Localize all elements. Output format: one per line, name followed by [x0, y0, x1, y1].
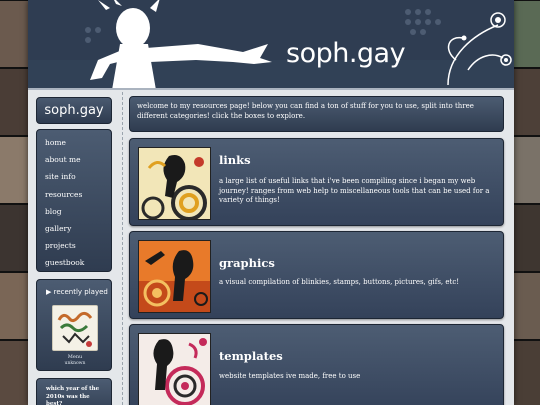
card-title-graphics: graphics: [219, 256, 275, 270]
nav-item-site-info[interactable]: site info: [45, 168, 111, 185]
sidebar-logo[interactable]: soph.gay: [36, 97, 112, 124]
album-cover[interactable]: [52, 305, 98, 351]
intro-text: welcome to my resources page! below you …: [129, 96, 504, 132]
card-title-links: links: [219, 153, 251, 167]
nav-item-blog[interactable]: blog: [45, 203, 111, 220]
column-divider: [122, 92, 123, 405]
poll-question: which year of the 2010s was the best?: [46, 386, 100, 405]
templates-thumbnail: [138, 333, 211, 405]
nav-item-about-me[interactable]: about me: [45, 151, 111, 168]
nav-item-resources[interactable]: resources: [45, 186, 111, 203]
header-art: [28, 0, 514, 88]
card-desc-graphics: a visual compilation of blinkies, stamps…: [219, 278, 460, 286]
recent-artist: Menu: [67, 354, 83, 360]
header-banner: soph.gay: [28, 0, 514, 90]
recently-played-widget: ▶ recently played Menu unknown: [36, 279, 112, 371]
nav-item-home[interactable]: home: [45, 134, 111, 151]
card-desc-templates: website templates ive made, free to use: [219, 372, 361, 380]
nav-item-guestbook[interactable]: guestbook: [45, 254, 111, 271]
resource-card-links[interactable]: links a large list of useful links that …: [129, 138, 504, 226]
recently-played-title: ▶ recently played: [46, 288, 108, 296]
resource-card-templates[interactable]: templates website templates ive made, fr…: [129, 324, 504, 405]
nav-item-projects[interactable]: projects: [45, 237, 111, 254]
site-title: soph.gay: [286, 38, 406, 69]
page-frame: soph.gay soph.gay home about me site inf…: [28, 0, 514, 405]
poll-widget: which year of the 2010s was the best?: [36, 378, 112, 405]
card-title-templates: templates: [219, 349, 283, 363]
card-desc-links: a large list of useful links that i've b…: [219, 177, 490, 204]
links-thumbnail: [138, 147, 211, 220]
album-art: [53, 306, 97, 350]
sidebar-nav: home about me site info resources blog g…: [36, 129, 112, 272]
graphics-thumbnail: [138, 240, 211, 313]
recent-song: unknown: [64, 361, 86, 366]
resource-card-graphics[interactable]: graphics a visual compilation of blinkie…: [129, 231, 504, 319]
nav-item-gallery[interactable]: gallery: [45, 220, 111, 237]
